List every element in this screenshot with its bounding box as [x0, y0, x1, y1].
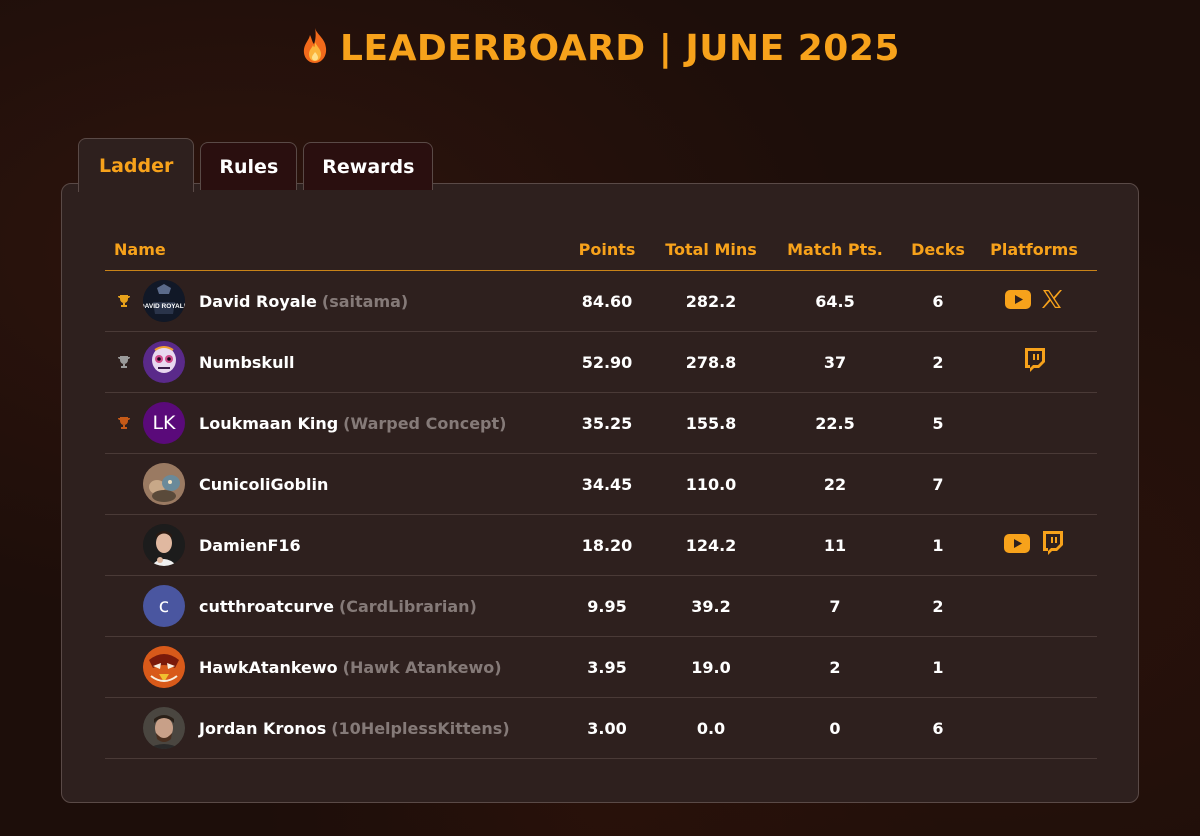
- total-mins-cell: 39.2: [657, 575, 765, 637]
- player-name[interactable]: Numbskull: [199, 353, 294, 372]
- player-name[interactable]: DamienF16: [199, 536, 301, 555]
- points-cell: 3.95: [557, 636, 657, 698]
- points-cell: 3.00: [557, 697, 657, 759]
- column-header-decks[interactable]: Decks: [905, 228, 971, 271]
- leaderboard-table: Name Points Total Mins Match Pts. Decks …: [105, 228, 1097, 759]
- twitch-icon[interactable]: [1022, 347, 1046, 377]
- table-row: DamienF16 18.20 124.2 11 1: [105, 514, 1097, 576]
- player-alias: (saitama): [321, 291, 409, 311]
- tab-bar: Ladder Rules Rewards: [78, 138, 434, 192]
- points-cell: 84.60: [557, 270, 657, 332]
- twitch-icon[interactable]: [1040, 530, 1064, 560]
- avatar: c: [143, 585, 185, 627]
- decks-cell: 2: [905, 331, 971, 393]
- match-pts-cell: 7: [765, 575, 905, 637]
- column-header-match-pts[interactable]: Match Pts.: [765, 228, 905, 271]
- table-row: CunicoliGoblin 34.45 110.0 22 7: [105, 453, 1097, 515]
- page-title-text: LEADERBOARD | JUNE 2025: [340, 28, 900, 69]
- platforms-cell: [971, 453, 1097, 515]
- avatar: [143, 646, 185, 688]
- points-cell: 52.90: [557, 331, 657, 393]
- total-mins-cell: 110.0: [657, 453, 765, 515]
- match-pts-cell: 22.5: [765, 392, 905, 454]
- platforms-cell: [971, 697, 1097, 759]
- player-name[interactable]: David Royale: [199, 292, 317, 311]
- decks-cell: 2: [905, 575, 971, 637]
- player-name[interactable]: CunicoliGoblin: [199, 475, 328, 494]
- tab-ladder[interactable]: Ladder: [78, 138, 195, 192]
- player-name[interactable]: cutthroatcurve: [199, 597, 334, 616]
- decks-cell: 6: [905, 697, 971, 759]
- player-name[interactable]: HawkAtankewo: [199, 658, 338, 677]
- match-pts-cell: 11: [765, 514, 905, 576]
- svg-text:DAVID ROYALE: DAVID ROYALE: [143, 303, 185, 310]
- match-pts-cell: 37: [765, 331, 905, 393]
- points-cell: 9.95: [557, 575, 657, 637]
- total-mins-cell: 124.2: [657, 514, 765, 576]
- match-pts-cell: 64.5: [765, 270, 905, 332]
- decks-cell: 6: [905, 270, 971, 332]
- platforms-cell: [971, 575, 1097, 637]
- avatar: [143, 341, 185, 383]
- avatar: [143, 707, 185, 749]
- youtube-icon[interactable]: [1004, 533, 1030, 557]
- player-name[interactable]: Jordan Kronos: [199, 719, 326, 738]
- x-icon[interactable]: [1041, 288, 1063, 314]
- decks-cell: 7: [905, 453, 971, 515]
- table-row: HawkAtankewo (Hawk Atankewo) 3.95 19.0 2…: [105, 636, 1097, 698]
- avatar: DAVID ROYALE: [143, 280, 185, 322]
- total-mins-cell: 278.8: [657, 331, 765, 393]
- points-cell: 18.20: [557, 514, 657, 576]
- table-row: DAVID ROYALE David Royale (saitama) 84.6…: [105, 270, 1097, 332]
- player-alias: (CardLibrarian): [338, 596, 477, 616]
- avatar: LK: [143, 402, 185, 444]
- column-header-name[interactable]: Name: [105, 228, 557, 271]
- fire-icon: [300, 26, 330, 73]
- table-header-row: Name Points Total Mins Match Pts. Decks …: [105, 228, 1097, 271]
- decks-cell: 1: [905, 636, 971, 698]
- page-title: LEADERBOARD | JUNE 2025: [0, 26, 1200, 73]
- tab-rewards[interactable]: Rewards: [303, 142, 434, 190]
- player-name[interactable]: Loukmaan King: [199, 414, 338, 433]
- column-header-total-mins[interactable]: Total Mins: [657, 228, 765, 271]
- match-pts-cell: 0: [765, 697, 905, 759]
- tab-rules[interactable]: Rules: [200, 142, 298, 190]
- points-cell: 34.45: [557, 453, 657, 515]
- avatar: [143, 524, 185, 566]
- avatar: [143, 463, 185, 505]
- column-header-points[interactable]: Points: [557, 228, 657, 271]
- total-mins-cell: 282.2: [657, 270, 765, 332]
- table-row: Numbskull 52.90 278.8 37 2: [105, 331, 1097, 393]
- player-alias: (10HelplessKittens): [331, 718, 510, 738]
- points-cell: 35.25: [557, 392, 657, 454]
- total-mins-cell: 19.0: [657, 636, 765, 698]
- platforms-cell: [971, 392, 1097, 454]
- youtube-icon[interactable]: [1005, 289, 1031, 313]
- table-row: c cutthroatcurve (CardLibrarian) 9.95 39…: [105, 575, 1097, 637]
- match-pts-cell: 22: [765, 453, 905, 515]
- player-alias: (Hawk Atankewo): [342, 657, 502, 677]
- decks-cell: 1: [905, 514, 971, 576]
- decks-cell: 5: [905, 392, 971, 454]
- table-row: Jordan Kronos (10HelplessKittens) 3.00 0…: [105, 697, 1097, 759]
- platforms-cell: [971, 636, 1097, 698]
- gold-trophy-icon: [105, 293, 143, 309]
- total-mins-cell: 155.8: [657, 392, 765, 454]
- table-row: LK Loukmaan King (Warped Concept) 35.25 …: [105, 392, 1097, 454]
- total-mins-cell: 0.0: [657, 697, 765, 759]
- leaderboard-panel: Name Points Total Mins Match Pts. Decks …: [61, 183, 1139, 803]
- column-header-platforms: Platforms: [971, 228, 1097, 271]
- bronze-trophy-icon: [105, 415, 143, 431]
- silver-trophy-icon: [105, 354, 143, 370]
- match-pts-cell: 2: [765, 636, 905, 698]
- player-alias: (Warped Concept): [343, 413, 507, 433]
